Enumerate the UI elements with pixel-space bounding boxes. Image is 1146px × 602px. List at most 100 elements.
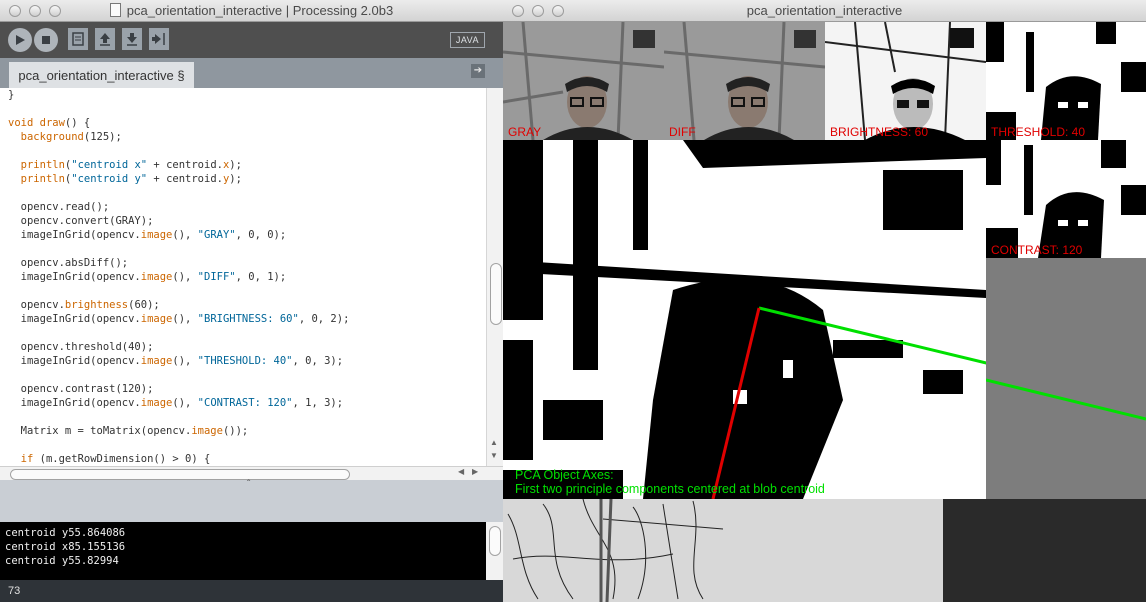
code-token: draw (39, 117, 65, 129)
code-token: opencv. (8, 299, 65, 311)
console-line: centroid x85.155136 (5, 541, 126, 553)
code-line[interactable]: void draw() { (8, 117, 90, 129)
code-line[interactable]: imageInGrid(opencv.image(), "BRIGHTNESS:… (8, 313, 350, 325)
code-line[interactable]: println("centroid x" + centroid.x); (8, 159, 242, 171)
code-token: , 1, 3); (292, 397, 344, 409)
code-token: void (8, 117, 34, 129)
tab-menu-arrow-icon[interactable]: ➔ (471, 64, 485, 78)
run-button[interactable] (8, 28, 32, 52)
close-window-button[interactable] (9, 5, 21, 17)
code-token: brightness (64, 299, 129, 311)
mode-selector[interactable]: JAVA (449, 32, 485, 48)
hscroll-thumb[interactable] (10, 469, 350, 480)
code-token: opencv.absDiff(); (8, 257, 129, 269)
code-line[interactable]: imageInGrid(opencv.image(), "CONTRAST: 1… (8, 397, 343, 409)
code-vertical-scrollbar[interactable]: ▲ ▼ (486, 88, 503, 466)
tab-pca-orientation[interactable]: pca_orientation_interactive § (9, 62, 194, 88)
code-token: ); (229, 173, 242, 185)
zoom-window-button[interactable] (49, 5, 61, 17)
code-token: "GRAY" (197, 229, 236, 241)
scroll-left-icon[interactable]: ◀ (458, 467, 464, 476)
code-line[interactable]: println("centroid y" + centroid.y); (8, 173, 242, 185)
code-line[interactable]: } (8, 89, 14, 101)
code-token: image (191, 425, 223, 437)
code-token: image (140, 397, 173, 409)
scroll-thumb[interactable] (490, 263, 502, 325)
label-gray: GRAY (508, 125, 542, 139)
code-token: "DIFF" (197, 271, 236, 283)
console-scrollbar[interactable] (486, 522, 503, 580)
scroll-up-icon[interactable]: ▲ (490, 438, 498, 447)
background-desk (503, 498, 1146, 602)
sketch-doodle (507, 498, 724, 602)
stop-button[interactable] (34, 28, 58, 52)
code-token: image (140, 229, 173, 241)
export-button[interactable] (149, 28, 169, 50)
pca-label-block: PCA Object Axes: First two principle com… (515, 468, 825, 496)
editor-titlebar[interactable]: pca_orientation_interactive | Processing… (0, 0, 503, 22)
console-output: centroid y55.864086 centroid x85.155136 ce… (0, 522, 486, 580)
code-line[interactable]: imageInGrid(opencv.image(), "DIFF", 0, 1… (8, 271, 287, 283)
grid-cell-contrast: CONTRAST: 120 (986, 140, 1146, 258)
new-sketch-button[interactable] (68, 28, 88, 50)
code-line[interactable]: opencv.absDiff(); (8, 257, 128, 269)
code-token: (60); (128, 299, 160, 311)
sketch-canvas[interactable]: GRAY DIFF BRIGHTNESS: 60 THRESHOLD: 40 C… (503, 22, 1146, 499)
code-token: opencv.convert(GRAY); (8, 215, 154, 227)
code-token: image (140, 313, 173, 325)
code-token: + centroid. (147, 159, 223, 171)
code-editor[interactable]: } void draw() { background(125); println(… (0, 88, 486, 466)
code-token: , 0, 1); (235, 271, 287, 283)
pca-axis-extension (986, 378, 1146, 421)
console-divider[interactable]: ˆ (0, 479, 503, 522)
label-diff: DIFF (669, 125, 696, 139)
console-line: centroid y55.864086 (5, 527, 126, 539)
console-scroll-thumb[interactable] (489, 526, 501, 556)
pca-title: PCA Object Axes: (515, 468, 614, 482)
code-line[interactable]: imageInGrid(opencv.image(), "THRESHOLD: … (8, 355, 343, 367)
code-line[interactable]: opencv.brightness(60); (8, 299, 160, 311)
code-line[interactable]: Matrix m = toMatrix(opencv.image()); (8, 425, 249, 437)
code-token: (), (172, 313, 198, 325)
code-line[interactable]: opencv.threshold(40); (8, 341, 154, 353)
processing-editor-window: pca_orientation_interactive | Processing… (0, 0, 503, 602)
code-line[interactable]: opencv.convert(GRAY); (8, 215, 154, 227)
minimize-window-button[interactable] (29, 5, 41, 17)
stop-icon (42, 36, 50, 44)
sketch-zoom-button[interactable] (552, 5, 564, 17)
code-token: "BRIGHTNESS: 60" (197, 313, 299, 325)
sketch-titlebar[interactable]: pca_orientation_interactive (503, 0, 1146, 22)
arrow-up-icon (100, 33, 110, 46)
new-document-icon (72, 32, 84, 46)
code-line[interactable]: opencv.contrast(120); (8, 383, 154, 395)
code-token: image (140, 355, 173, 367)
code-line[interactable]: if (m.getRowDimension() > 0) { (8, 453, 211, 465)
webcam-gray-image (503, 22, 664, 140)
sketch-minimize-button[interactable] (532, 5, 544, 17)
grid-cell-threshold: THRESHOLD: 40 (986, 22, 1146, 140)
code-token: imageInGrid(opencv. (8, 397, 141, 409)
code-horizontal-scrollbar[interactable]: ◀ ▶ (0, 466, 503, 480)
pca-subtitle: First two principle components centered … (515, 482, 825, 496)
code-token: opencv.threshold(40); (8, 341, 154, 353)
code-token: Matrix m = toMatrix(opencv. (8, 425, 192, 437)
code-token: imageInGrid(opencv. (8, 271, 141, 283)
scroll-down-icon[interactable]: ▼ (490, 451, 498, 460)
code-token: "THRESHOLD: 40" (197, 355, 293, 367)
code-token: ()); (222, 425, 249, 437)
code-line[interactable]: imageInGrid(opencv.image(), "GRAY", 0, 0… (8, 229, 287, 241)
save-sketch-button[interactable] (122, 28, 142, 50)
code-token: println (20, 159, 65, 171)
divider-grip-icon[interactable]: ˆ (247, 479, 250, 490)
code-line[interactable]: background(125); (8, 131, 122, 143)
code-line[interactable]: opencv.read(); (8, 201, 110, 213)
play-icon (16, 35, 25, 45)
open-sketch-button[interactable] (95, 28, 115, 50)
code-token: , 0, 3); (292, 355, 344, 367)
code-token: background (20, 131, 84, 143)
code-token: if (20, 453, 34, 465)
sketch-close-button[interactable] (512, 5, 524, 17)
scroll-right-icon[interactable]: ▶ (472, 467, 478, 476)
code-token: imageInGrid(opencv. (8, 355, 141, 367)
